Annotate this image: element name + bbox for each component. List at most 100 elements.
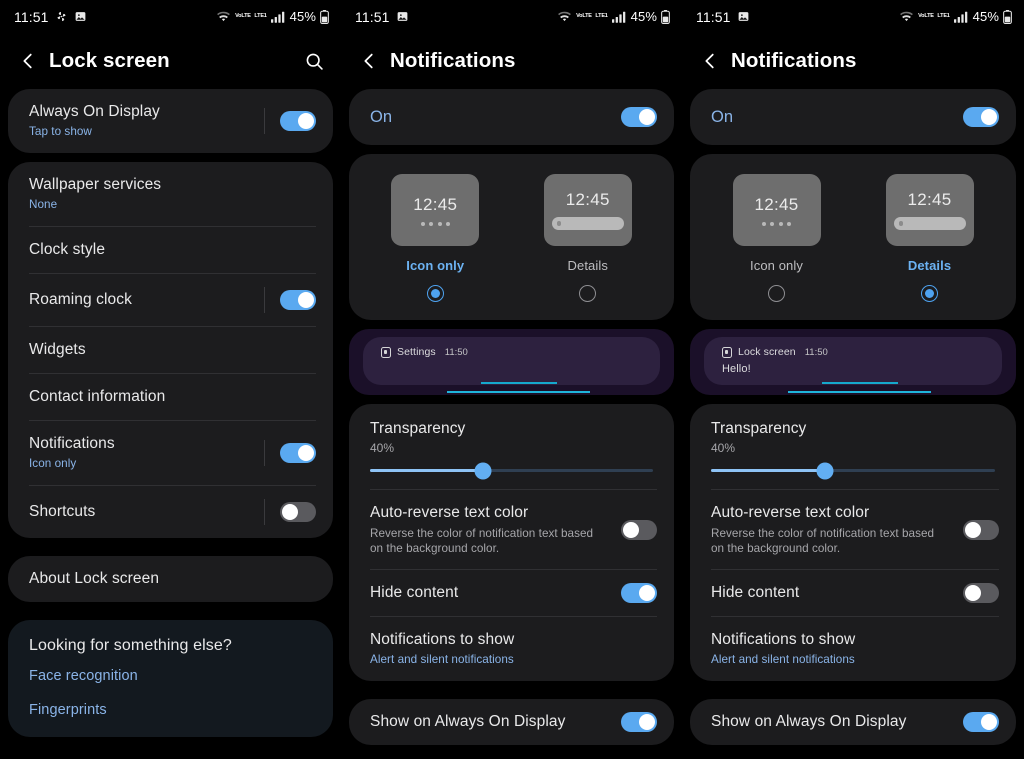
notification-header: Lock screen 11:50 — [722, 346, 1002, 358]
choice-icon-only[interactable]: 12:45 Icon only — [700, 174, 853, 302]
row-shortcuts[interactable]: Shortcuts — [8, 486, 333, 538]
row-notifications-to-show[interactable]: Notifications to show Alert and silent n… — [349, 617, 674, 681]
master-label: On — [370, 107, 393, 126]
notification-style-chooser-card: 12:45 Icon only 12:45 Details — [349, 154, 674, 320]
back-chevron-icon[interactable] — [358, 50, 380, 72]
toggle-roaming-clock[interactable] — [280, 290, 316, 310]
back-chevron-icon[interactable] — [699, 50, 721, 72]
choice-icon-only[interactable]: 12:45 Icon only — [359, 174, 512, 302]
row-title: Hide content — [370, 584, 459, 601]
toggle-notifications-master[interactable] — [621, 107, 657, 127]
notification-bubble: Settings 11:50 — [363, 337, 660, 385]
toggle-notifications[interactable] — [280, 443, 316, 463]
row-title: Wallpaper services — [29, 176, 162, 193]
row-subtitle: Icon only — [29, 457, 77, 470]
notification-body: Hello! — [722, 363, 751, 375]
row-notifications-master[interactable]: On — [690, 89, 1016, 145]
row-hide-content[interactable]: Hide content — [690, 570, 1016, 616]
toggle-knob — [965, 521, 981, 538]
toggle-knob — [639, 109, 655, 125]
row-show-on-always-on-display[interactable]: Show on Always On Display — [349, 699, 674, 745]
notification-header: Settings 11:50 — [381, 346, 660, 358]
battery-icon — [320, 9, 329, 24]
toggle-knob — [965, 585, 981, 601]
row-wallpaper-services[interactable]: Wallpaper services None — [8, 162, 333, 226]
toggle-show-on-always-on-display[interactable] — [621, 712, 657, 732]
toggle-knob — [298, 113, 314, 129]
slider-thumb[interactable] — [474, 462, 492, 479]
image-icon — [396, 10, 409, 23]
toggle-show-on-always-on-display[interactable] — [963, 712, 999, 732]
thumb-dots — [761, 221, 792, 226]
notification-options-card: Transparency 40% Auto-reverse text color… — [349, 404, 674, 681]
slider-fill — [370, 469, 484, 472]
link-face-recognition[interactable]: Face recognition — [8, 659, 333, 693]
toggle-hide-content[interactable] — [963, 583, 999, 603]
status-bar: 11:51 VoLTE LTE1 45% — [341, 0, 682, 33]
radio-icon-only[interactable] — [426, 285, 444, 302]
row-title: About Lock screen — [29, 570, 160, 587]
thumb-bar — [551, 217, 624, 230]
volte-label-bottom: LTE1 — [595, 13, 608, 20]
search-icon[interactable] — [304, 51, 325, 72]
status-time: 11:51 — [696, 8, 731, 25]
row-notifications[interactable]: Notifications Icon only — [8, 421, 333, 485]
row-text: Auto-reverse text color Reverse the colo… — [370, 503, 607, 556]
row-text: Auto-reverse text color Reverse the colo… — [711, 503, 949, 556]
about-lock-screen-card: About Lock screen — [8, 556, 333, 602]
row-always-on-display[interactable]: Always On Display Tap to show — [8, 89, 333, 153]
row-title: Widgets — [29, 341, 86, 358]
row-clock-style[interactable]: Clock style — [8, 227, 333, 273]
volte-icon: VoLTE LTE1 — [576, 13, 608, 20]
toggle-hide-content[interactable] — [621, 583, 657, 603]
row-roaming-clock[interactable]: Roaming clock — [8, 274, 333, 326]
back-chevron-icon[interactable] — [17, 50, 39, 72]
signal-icon — [611, 11, 626, 23]
card-bottom-pad — [8, 727, 333, 737]
transparency-slider[interactable] — [711, 462, 995, 479]
choice-details[interactable]: 12:45 Details — [853, 174, 1006, 302]
toggle-divider — [264, 440, 265, 466]
row-subtitle: Tap to show — [29, 125, 92, 138]
radio-details[interactable] — [921, 285, 938, 302]
row-show-on-always-on-display[interactable]: Show on Always On Display — [690, 699, 1016, 745]
link-fingerprints[interactable]: Fingerprints — [8, 693, 333, 727]
toggle-auto-reverse-text-color[interactable] — [621, 519, 657, 540]
row-text: Show on Always On Display — [370, 712, 607, 732]
toggle-auto-reverse-text-color[interactable] — [963, 519, 999, 540]
page-title: Notifications — [390, 49, 516, 72]
row-auto-reverse-text-color[interactable]: Auto-reverse text color Reverse the colo… — [690, 490, 1016, 569]
toggle-shortcuts[interactable] — [280, 502, 316, 522]
row-title: Contact information — [29, 388, 166, 405]
row-title: Auto-reverse text color — [370, 504, 529, 521]
row-notifications-to-show[interactable]: Notifications to show Alert and silent n… — [690, 617, 1016, 681]
toggle-divider — [264, 287, 265, 313]
toggle-knob — [639, 585, 655, 601]
row-about-lock-screen[interactable]: About Lock screen — [8, 556, 333, 602]
row-title: Clock style — [29, 241, 106, 258]
status-bar-right: VoLTE LTE1 45% — [899, 9, 1012, 24]
row-contact-information[interactable]: Contact information — [8, 374, 333, 420]
row-auto-reverse-text-color[interactable]: Auto-reverse text color Reverse the colo… — [349, 490, 674, 569]
row-hide-content[interactable]: Hide content — [349, 570, 674, 616]
row-notifications-master[interactable]: On — [349, 89, 674, 145]
slider-thumb[interactable] — [816, 462, 834, 479]
volte-label-top: VoLTE — [576, 13, 592, 20]
toggle-notifications-master[interactable] — [963, 107, 999, 127]
row-text: Always On Display Tap to show — [29, 102, 250, 140]
settings-app-icon — [381, 346, 391, 358]
toggle-wrap — [607, 583, 657, 603]
notification-app-name: Lock screen — [738, 346, 796, 358]
radio-details[interactable] — [579, 285, 597, 302]
toggle-knob — [623, 521, 639, 538]
toggle-always-on-display[interactable] — [280, 111, 316, 131]
choice-details[interactable]: 12:45 Details — [512, 174, 665, 302]
row-widgets[interactable]: Widgets — [8, 327, 333, 373]
radio-icon-only[interactable] — [768, 285, 785, 302]
panel-lock-screen: 11:51 VoLTE LTE1 45% Lock screen Always … — [0, 0, 341, 759]
transparency-slider[interactable] — [370, 462, 653, 479]
panel-notifications-details: 11:51 VoLTE LTE1 45% Notifications On 12… — [682, 0, 1024, 759]
status-bar-left: 11:51 — [696, 9, 750, 25]
notification-options-card: Transparency 40% Auto-reverse text color… — [690, 404, 1016, 681]
